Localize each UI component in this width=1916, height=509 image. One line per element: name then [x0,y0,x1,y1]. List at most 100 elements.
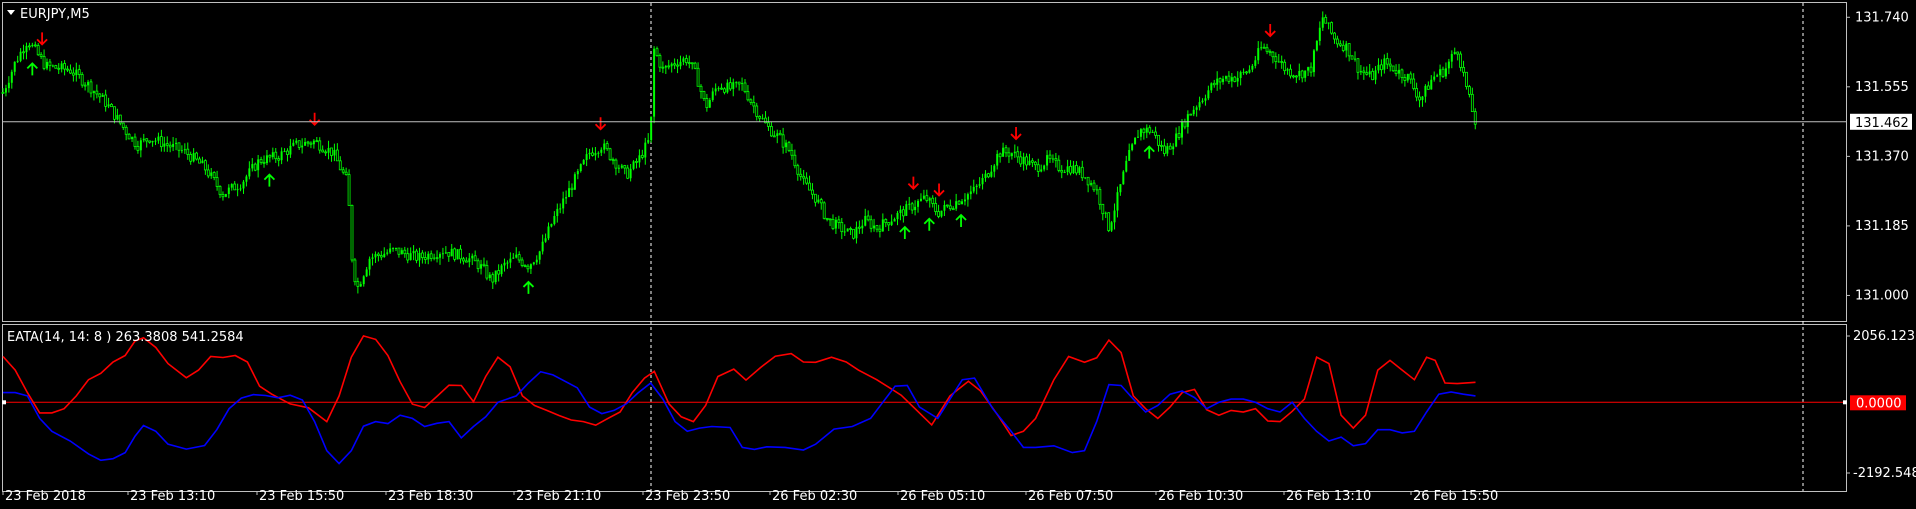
candle-body-bull [374,254,377,258]
candle-body-bear [1341,44,1345,51]
candle-body-bear [429,253,433,259]
candle-body-bull [1453,52,1456,55]
candle-body-bear [77,69,81,75]
candle-body-bear [1350,55,1354,60]
candle-body-bull [717,88,720,90]
candle-body-bear [570,187,574,191]
candle-body-bear [423,257,427,260]
candle-body-bull [1277,61,1280,63]
candle-body-bear [1004,147,1008,154]
candle-body-bull [92,91,95,94]
candle-body-bear [1468,86,1471,95]
candle-body-bear [462,258,465,262]
candle-body-bear [1033,161,1037,166]
candle-body-bull [151,140,154,143]
candle-body-bull [192,153,195,162]
candle-body-bear [526,265,530,270]
candle-body-bull [236,189,239,191]
candle-body-bear [787,142,791,151]
candle-body-bear [852,228,855,239]
candle-body-bull [714,88,717,92]
candle-body-bull [433,257,436,259]
candle-body-bear [696,67,700,87]
candle-body-bear [1365,72,1369,75]
mt4-chart[interactable]: EURJPY,M5 131.740 131.555 131.370 131.185 13… [0,0,1916,509]
candle-body-bull [1186,114,1189,127]
candle-body-bull [1066,166,1069,173]
candle-body-bear [71,72,75,76]
candle-body-bear [1268,50,1272,53]
candle-body-bull [969,191,972,195]
candle-body-bull [248,168,251,177]
candle-body-bull [732,82,735,89]
candle-body-bull [180,150,183,152]
candle-body-bull [7,82,10,89]
candle-body-bull [87,81,90,86]
candle-body-bull [1374,70,1377,80]
candle-body-bull [535,259,538,263]
candle-body-bear [80,74,84,86]
candle-body-bull [620,165,623,168]
candle-body-bear [218,186,222,195]
candle-body-bull [368,258,371,270]
candle-body-bull [1424,85,1427,97]
candle-body-bear [330,147,333,156]
candle-body-bull [304,141,307,146]
candle-body-bull [438,254,441,258]
candle-body-bull [1046,155,1049,166]
candle-body-bull [1354,58,1357,60]
candle-body-bear [189,154,193,162]
candle-body-bear [1212,82,1216,86]
candle-body-bull [1430,79,1433,90]
candle-body-bull [242,181,245,189]
candle-body-bull [500,265,503,275]
candle-body-bear [1388,63,1392,67]
candle-body-bear [884,219,888,224]
candle-body-bear [253,163,257,171]
candle-body-bear [743,82,747,92]
candle-body-bear [684,58,688,64]
candle-body-bear [159,136,163,148]
candle-body-bull [327,147,330,153]
candle-body-bull [107,104,110,107]
candle-body-bull [1286,69,1289,71]
candle-body-bear [693,62,697,69]
candle-body-bull [1078,167,1081,173]
candle-body-bear [485,265,489,279]
candle-body-bear [69,69,72,74]
candle-body-bear [793,154,797,167]
candle-body-bear [1394,70,1398,74]
time-tick-label: 26 Feb 05:10 [900,489,985,504]
candle-body-bull [131,137,134,139]
candle-body-bear [1409,73,1413,80]
candle-body-bull [10,71,13,83]
candle-body-bull [1063,172,1066,174]
price-tick-label: 131.370 [1855,149,1909,164]
candle-body-bear [42,56,46,69]
candle-body-bull [1139,129,1142,137]
candle-body-bear [1292,75,1295,78]
candle-body-bull [1151,131,1154,133]
candle-body-bear [1300,70,1304,79]
candle-body-bull [914,206,917,211]
time-tick-label: 23 Feb 21:10 [516,489,601,504]
candle-body-bull [1198,102,1201,108]
candle-body-bear [420,252,424,259]
candle-body-bear [1289,68,1292,77]
candle-body-bull [1128,150,1131,161]
candle-body-bull [1090,183,1093,185]
candle-body-bear [1098,188,1102,205]
candle-body-bull [556,208,559,217]
candle-body-bear [957,200,961,205]
candle-body-bull [1327,22,1330,24]
candle-body-bull [224,194,227,197]
candle-body-bear [934,203,938,212]
candle-body-bull [283,151,286,153]
candle-body-bear [772,135,776,138]
candle-body-bull [1304,70,1307,78]
candle-body-bull [1172,146,1175,150]
candle-body-bull [955,201,958,209]
candle-body-bull [896,212,899,220]
candle-body-bull [653,48,656,117]
candle-body-bear [699,85,703,92]
